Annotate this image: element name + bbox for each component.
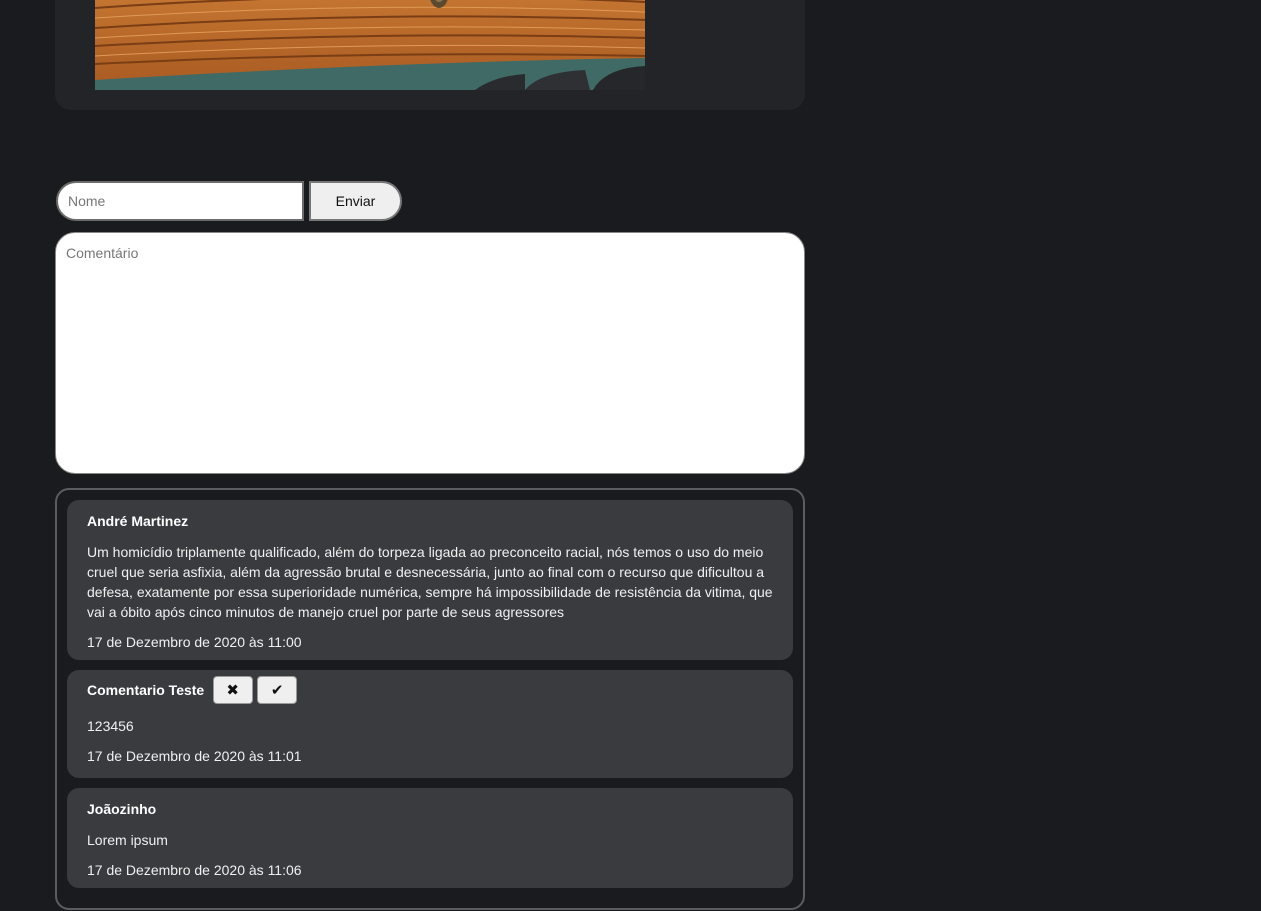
send-button[interactable]: Enviar: [309, 181, 402, 221]
comment-text: Lorem ipsum: [87, 832, 168, 848]
article-photo: [95, 0, 645, 90]
comment-author: André Martinez: [87, 512, 189, 529]
comment-textarea[interactable]: [55, 232, 805, 474]
comment-list: André Martinez Um homicídio triplamente …: [55, 488, 805, 910]
page: Enviar André Martinez Um homicídio tripl…: [0, 0, 1261, 911]
comment-header: Comentario Teste ✖ ✔: [87, 676, 773, 704]
check-icon: ✔: [270, 681, 284, 699]
comment-text: 123456: [87, 718, 134, 734]
comment-date: 17 de Dezembro de 2020 às 11:00: [87, 634, 302, 650]
comment-author: Joãozinho: [87, 800, 157, 817]
article-image-card: [55, 0, 805, 110]
comment-item: André Martinez Um homicídio triplamente …: [67, 500, 793, 660]
comment-item: Comentario Teste ✖ ✔ 123456 17 de Dezemb…: [67, 670, 793, 778]
comment-date: 17 de Dezembro de 2020 às 11:01: [87, 748, 302, 764]
approve-comment-button[interactable]: ✔: [257, 676, 298, 704]
close-icon: ✖: [226, 681, 239, 699]
comment-item: Joãozinho Lorem ipsum 17 de Dezembro de …: [67, 788, 793, 888]
comment-author: Comentario Teste: [87, 682, 205, 698]
reject-comment-button[interactable]: ✖: [212, 676, 253, 704]
comment-text: Um homicídio triplamente qualificado, al…: [87, 544, 773, 620]
name-input[interactable]: [56, 181, 304, 221]
comment-date: 17 de Dezembro de 2020 às 11:06: [87, 862, 302, 878]
